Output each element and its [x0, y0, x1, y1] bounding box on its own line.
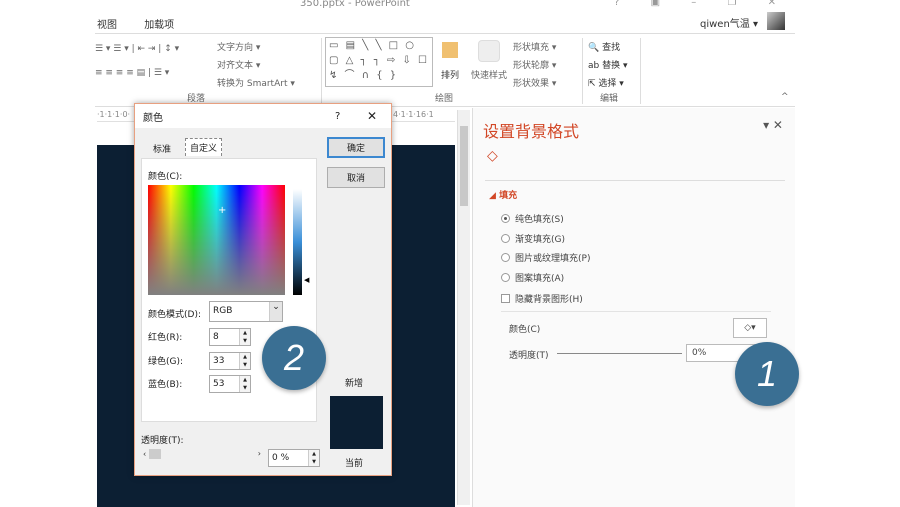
color-picker-button[interactable]: ◇▾ — [733, 318, 767, 338]
pane-title: 设置背景格式 — [483, 122, 580, 141]
spinner[interactable]: ▲ ▼ — [308, 450, 319, 466]
spinner[interactable]: ▲ ▼ — [239, 329, 250, 345]
hide-background-checkbox[interactable]: 隐藏背景图形(H) — [501, 292, 583, 305]
pane-close-icon[interactable]: ▾ ✕ — [763, 118, 783, 132]
find-button[interactable]: 🔍 查找 — [588, 40, 620, 53]
list-buttons[interactable]: ☰ ▾ ☰ ▾ | ⇤ ⇥ | ↕ ▾ — [95, 44, 179, 54]
drawing-group-label: 绘图 — [435, 94, 454, 104]
solid-fill-option[interactable]: 纯色填充(S) — [501, 212, 564, 225]
color-mode-label: 颜色模式(D): — [148, 310, 201, 320]
transparency-slider[interactable] — [557, 353, 682, 354]
step-badge-2: 2 — [262, 326, 326, 390]
ribbon-tabs: 视图 加载项 — [97, 16, 198, 31]
shape-outline-button[interactable]: 形状轮廓 ▾ — [513, 58, 556, 71]
luminance-slider[interactable] — [293, 189, 302, 295]
replace-label: 替换 ▾ — [602, 61, 628, 71]
quick-styles-icon — [478, 40, 500, 62]
select-button[interactable]: ⇱ 选择 ▾ — [588, 76, 624, 89]
crosshair-icon: + — [218, 205, 227, 216]
replace-button[interactable]: ab 替换 ▾ — [588, 58, 627, 71]
radio[interactable] — [501, 234, 510, 243]
spinner[interactable]: ▲ ▼ — [239, 353, 250, 369]
chevron-down-icon[interactable]: ⌄ — [269, 302, 282, 321]
fill-section-header[interactable]: ◢ 填充 — [489, 188, 517, 201]
blue-label: 蓝色(B): — [148, 380, 183, 390]
ribbon: ☰ ▾ ☰ ▾ | ⇤ ⇥ | ↕ ▾ ≡ ≡ ≡ ≡ ▤ | ☰ ▾ 文字方向… — [95, 33, 795, 107]
vertical-scrollbar[interactable] — [457, 110, 470, 505]
align-buttons[interactable]: ≡ ≡ ≡ ≡ ▤ | ☰ ▾ — [95, 68, 169, 78]
radio[interactable] — [501, 214, 510, 223]
luminance-arrow-icon[interactable]: ◀ — [304, 276, 309, 284]
format-background-pane: 设置背景格式 ▾ ✕ ◇ ◢ 填充 纯色填充(S) 渐变填充(G) 图片或纹理填… — [472, 108, 795, 507]
editing-group-label: 编辑 — [600, 94, 619, 104]
option-label: 图片或纹理填充(P) — [515, 254, 591, 264]
option-label: 图案填充(A) — [515, 274, 565, 284]
color-mode-value: RGB — [213, 306, 233, 316]
tab-addins[interactable]: 加载项 — [144, 20, 174, 31]
text-direction-button[interactable]: 文字方向 ▾ — [217, 40, 260, 53]
new-color-label: 新增 — [345, 379, 364, 389]
blue-value: 53 — [213, 379, 225, 389]
option-label: 纯色填充(S) — [515, 215, 564, 225]
colors-label: 颜色(C): — [148, 172, 183, 182]
dialog-transparency-value: 0 % — [272, 453, 290, 463]
align-text-button[interactable]: 对齐文本 ▾ — [217, 58, 260, 71]
picture-fill-option[interactable]: 图片或纹理填充(P) — [501, 251, 590, 264]
scroll-thumb[interactable] — [460, 126, 468, 206]
window-controls[interactable]: ? ▣ – ❐ ✕ — [614, 0, 790, 8]
arrange-button[interactable]: 排列 — [441, 68, 459, 81]
radio[interactable] — [501, 253, 510, 262]
color-mode-select[interactable]: RGB ⌄ — [209, 301, 283, 322]
shape-effects-button[interactable]: 形状效果 ▾ — [513, 76, 556, 89]
current-color-label: 当前 — [345, 459, 364, 469]
radio[interactable] — [501, 273, 510, 282]
option-label: 渐变填充(G) — [515, 235, 565, 245]
gradient-fill-option[interactable]: 渐变填充(G) — [501, 232, 565, 245]
step-badge-1: 1 — [735, 342, 799, 406]
transparency-label: 透明度(T) — [509, 351, 549, 361]
avatar[interactable] — [767, 12, 785, 30]
color-label: 颜色(C) — [509, 325, 541, 335]
dialog-transparency-input[interactable]: 0 % ▲ ▼ — [268, 449, 320, 467]
color-dialog: 颜色 ? ✕ 标准 自定义 颜色(C): + ◀ 颜色模式(D): RGB ⌄ 红… — [134, 103, 392, 476]
red-label: 红色(R): — [148, 333, 183, 343]
select-label: 选择 ▾ — [598, 79, 624, 89]
user-name[interactable]: qiwen气温 ▾ — [700, 15, 758, 30]
ruler-left: ·1·1·1·0· — [97, 110, 131, 119]
checkbox[interactable] — [501, 294, 510, 303]
arrange-icon — [442, 42, 458, 58]
find-label: 查找 — [602, 43, 621, 53]
blue-input[interactable]: 53 ▲ ▼ — [209, 375, 251, 393]
green-label: 绿色(G): — [148, 357, 184, 367]
dialog-title: 颜色 — [143, 112, 163, 124]
quick-styles-button[interactable]: 快速样式 — [471, 68, 507, 81]
smartart-button[interactable]: 转换为 SmartArt ▾ — [217, 76, 295, 89]
fill-section-label: 填充 — [499, 191, 518, 201]
color-spectrum[interactable] — [148, 185, 285, 295]
dialog-transparency-label: 透明度(T): — [141, 436, 184, 446]
window-title: 350.pptx - PowerPoint — [300, 0, 410, 9]
dialog-titlebar: 颜色 ? ✕ — [135, 104, 391, 128]
color-preview — [330, 396, 383, 449]
green-value: 33 — [213, 356, 225, 366]
green-input[interactable]: 33 ▲ ▼ — [209, 352, 251, 370]
red-value: 8 — [213, 332, 219, 342]
collapse-ribbon-icon[interactable]: ^ — [781, 92, 789, 102]
ok-button[interactable]: 确定 — [327, 137, 385, 158]
red-input[interactable]: 8 ▲ ▼ — [209, 328, 251, 346]
tab-standard[interactable]: 标准 — [153, 142, 171, 155]
cancel-button[interactable]: 取消 — [327, 167, 385, 188]
fill-tab-icon[interactable]: ◇ — [487, 148, 498, 164]
shapes-gallery[interactable]: ▭ ▤ ╲ ╲ □ ○ ▢ △ ┐ ┐ ⇨ ⇩ ☐ ↯ ⌒ ∩ { } — [325, 37, 433, 87]
help-icon[interactable]: ? — [335, 111, 340, 122]
tab-custom[interactable]: 自定义 — [185, 138, 223, 156]
pattern-fill-option[interactable]: 图案填充(A) — [501, 271, 564, 284]
spinner[interactable]: ▲ ▼ — [239, 376, 250, 392]
tab-view[interactable]: 视图 — [97, 20, 117, 31]
shape-fill-button[interactable]: 形状填充 ▾ — [513, 40, 556, 53]
ruler-right: 4·1·1·16·1 — [393, 110, 434, 119]
checkbox-label: 隐藏背景图形(H) — [515, 295, 583, 305]
dialog-transparency-slider[interactable]: ‹ › — [143, 449, 261, 461]
close-icon[interactable]: ✕ — [367, 109, 377, 123]
